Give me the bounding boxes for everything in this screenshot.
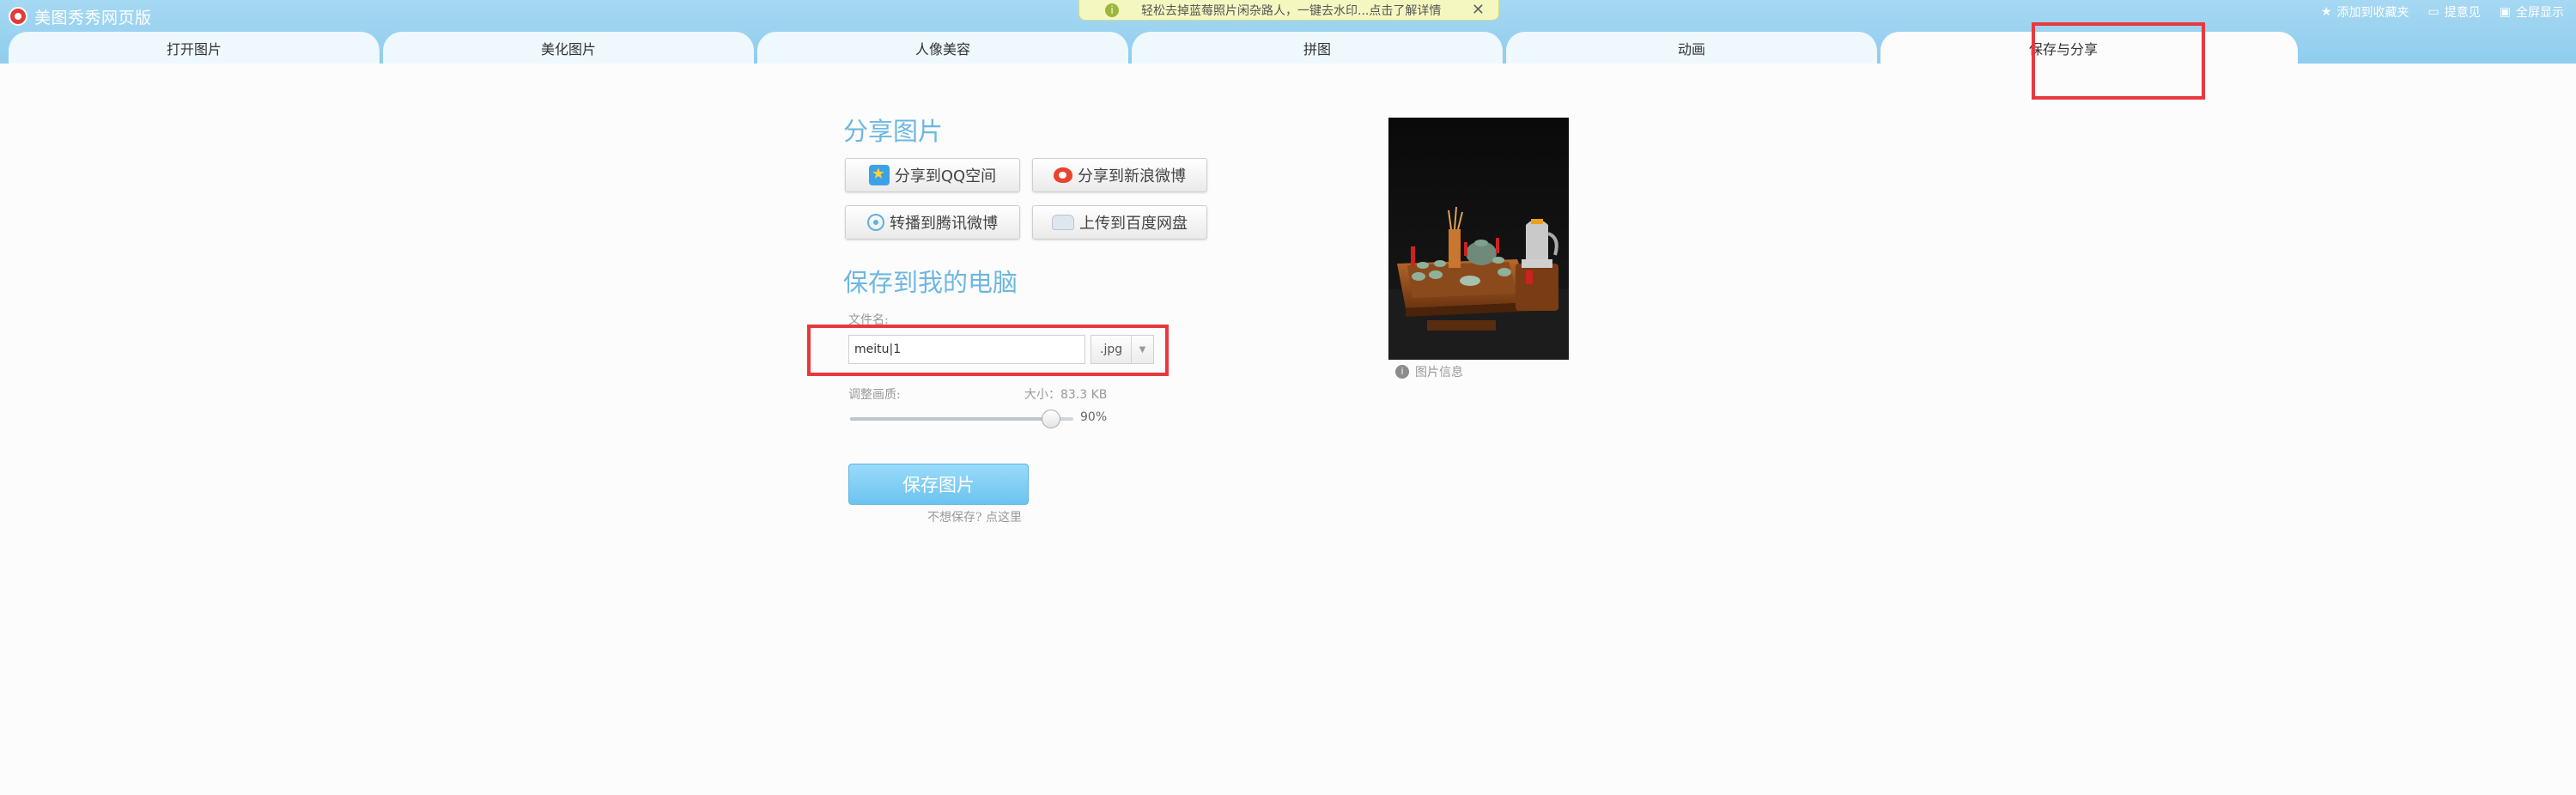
add-favorite-link[interactable]: ★ 添加到收藏夹	[2321, 3, 2409, 21]
fullscreen-link[interactable]: ▣ 全屏显示	[2500, 3, 2564, 21]
info-icon: i	[1395, 365, 1409, 379]
format-select[interactable]: .jpg ▼	[1091, 335, 1154, 364]
app-title: 美图秀秀网页版	[34, 8, 152, 27]
fullscreen-label: 全屏显示	[2516, 6, 2564, 20]
app-logo[interactable]: 美图秀秀网页版	[9, 3, 152, 29]
qzone-icon	[868, 165, 890, 185]
upload-baidu-button[interactable]: 上传到百度网盘	[1032, 205, 1207, 240]
meitu-logo-icon	[9, 7, 27, 26]
tab-portrait[interactable]: 人像美容	[757, 32, 1128, 64]
app-header: 美图秀秀网页版 i 轻松去掉蓝莓照片闲杂路人，一键去水印...点击了解详情 ✕ …	[0, 0, 2576, 64]
feedback-label: 提意见	[2444, 6, 2481, 20]
share-qzone-button[interactable]: 分享到QQ空间	[845, 158, 1020, 192]
feedback-link[interactable]: ▭ 提意见	[2428, 3, 2481, 21]
tab-beautify[interactable]: 美化图片	[383, 32, 754, 64]
chevron-down-icon: ▼	[1131, 336, 1153, 363]
quality-value: 90%	[1080, 410, 1108, 424]
share-tencent-button[interactable]: 转播到腾讯微博	[845, 205, 1020, 240]
save-image-button[interactable]: 保存图片	[848, 464, 1029, 505]
quality-slider-fill	[850, 417, 1051, 421]
notice-banner[interactable]: i 轻松去掉蓝莓照片闲杂路人，一键去水印...点击了解详情 ✕	[1078, 0, 1499, 21]
notice-text[interactable]: 轻松去掉蓝莓照片闲杂路人，一键去水印...点击了解详情	[1141, 2, 1472, 19]
image-info-link[interactable]: i 图片信息	[1395, 363, 1463, 380]
close-icon[interactable]: ✕	[1472, 1, 1485, 19]
add-favorite-label: 添加到收藏夹	[2336, 6, 2409, 20]
quality-slider[interactable]	[850, 410, 1073, 428]
quality-label: 调整画质:	[848, 388, 901, 402]
tab-save-share[interactable]: 保存与分享	[1880, 32, 2298, 64]
tencent-weibo-icon	[867, 214, 884, 231]
filename-input[interactable]	[848, 335, 1085, 364]
filename-label: 文件名:	[848, 313, 889, 327]
share-section-title: 分享图片	[843, 117, 944, 146]
image-info-label: 图片信息	[1415, 366, 1463, 379]
star-icon: ★	[2320, 5, 2332, 19]
cancel-save-link[interactable]: 不想保存? 点这里	[927, 508, 1022, 525]
format-value: .jpg	[1100, 343, 1123, 356]
sina-weibo-icon	[1054, 167, 1072, 183]
baidu-pan-icon	[1052, 215, 1074, 230]
save-section-title: 保存到我的电脑	[843, 268, 1018, 297]
tab-animation[interactable]: 动画	[1506, 32, 1877, 64]
tab-collage[interactable]: 拼图	[1132, 32, 1503, 64]
info-icon: i	[1105, 3, 1119, 17]
main-tabs: 打开图片 美化图片 人像美容 拼图 动画 保存与分享	[0, 32, 2576, 64]
tab-open-image[interactable]: 打开图片	[9, 32, 380, 64]
top-links: ★ 添加到收藏夹 ▭ 提意见 ▣ 全屏显示	[2321, 3, 2564, 21]
image-preview	[1388, 118, 1569, 360]
save-share-panel: 分享图片 分享到QQ空间 分享到新浪微博 转播到腾讯微博 上传到百度网盘 保存到…	[0, 64, 2576, 795]
file-size: 大小：83.3 KB	[1024, 388, 1108, 402]
tea-set-photo	[1388, 118, 1569, 360]
comment-icon: ▭	[2427, 5, 2439, 19]
share-weibo-button[interactable]: 分享到新浪微博	[1032, 158, 1207, 192]
quality-slider-handle[interactable]	[1042, 410, 1060, 428]
fullscreen-icon: ▣	[2499, 5, 2511, 19]
